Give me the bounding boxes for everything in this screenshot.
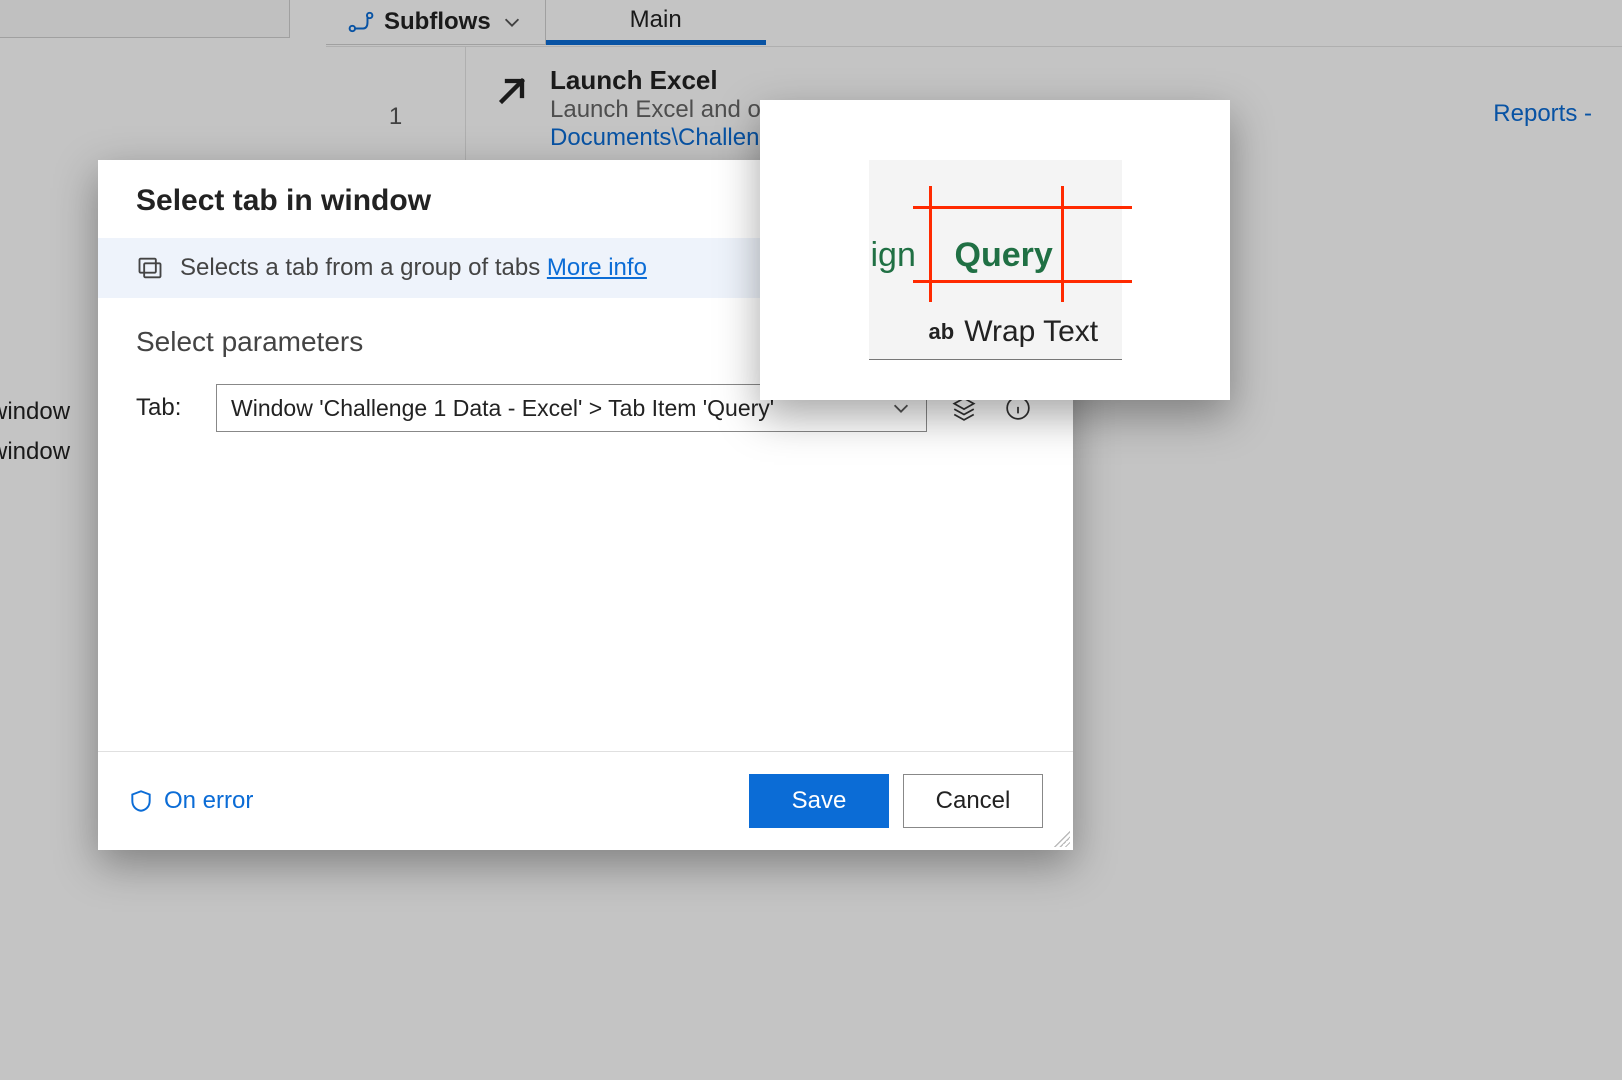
tab-combobox-value: Window 'Challenge 1 Data - Excel' > Tab …	[231, 395, 774, 422]
cancel-button[interactable]: Cancel	[903, 774, 1043, 828]
dialog-footer: On error Save Cancel	[98, 751, 1073, 850]
wrap-text-icon	[929, 319, 955, 345]
highlight-line	[1061, 186, 1064, 302]
element-preview-popup: ign Query Wrap Text	[760, 100, 1230, 400]
on-error-link[interactable]: On error	[128, 787, 253, 815]
highlight-line	[913, 206, 1132, 209]
tabs-icon	[136, 254, 164, 282]
resize-handle[interactable]	[1052, 829, 1070, 847]
preview-thumbnail: ign Query Wrap Text	[869, 160, 1122, 360]
shield-icon	[128, 788, 154, 814]
preview-wrap-text: Wrap Text	[929, 315, 1099, 349]
highlight-line	[929, 186, 932, 302]
wrap-text-label: Wrap Text	[964, 315, 1098, 349]
save-button[interactable]: Save	[749, 774, 889, 828]
preview-partial-tab: ign	[871, 236, 916, 275]
preview-query-tab: Query	[955, 236, 1053, 275]
more-info-link[interactable]: More info	[547, 254, 647, 281]
tab-param-label: Tab:	[136, 394, 196, 422]
chevron-down-icon	[890, 397, 912, 419]
dialog-info-text: Selects a tab from a group of tabs	[180, 254, 547, 281]
on-error-label: On error	[164, 787, 253, 815]
highlight-line	[913, 280, 1132, 283]
